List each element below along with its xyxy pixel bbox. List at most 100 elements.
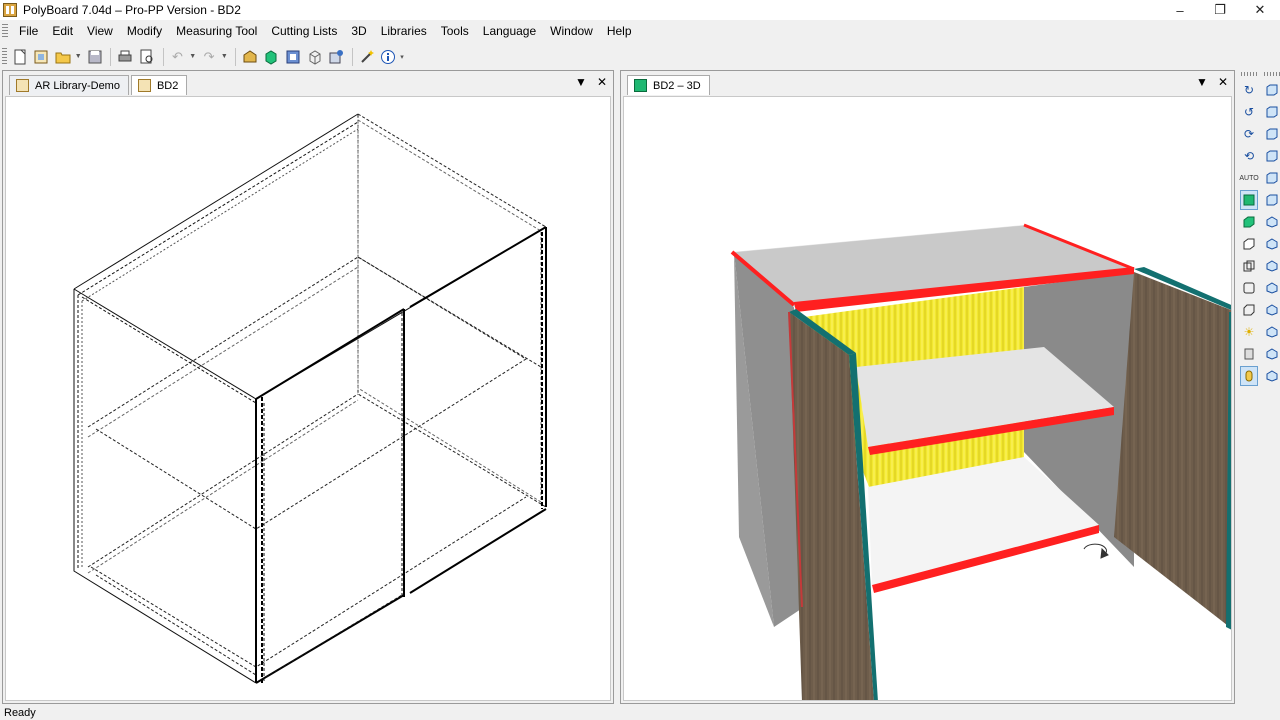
toolbar-overflow-icon[interactable]: ▾	[400, 53, 406, 61]
outline-view-icon[interactable]	[1240, 278, 1258, 298]
menu-bar: File Edit View Modify Measuring Tool Cut…	[0, 20, 1280, 42]
rotate-x-icon[interactable]: ↻	[1240, 80, 1258, 100]
iso-view-7-icon[interactable]	[1263, 344, 1280, 364]
toolbar-grip[interactable]	[2, 47, 7, 66]
save-icon[interactable]	[85, 47, 105, 67]
title-bar: PolyBoard 7.04d – Pro-PP Version - BD2 –…	[0, 0, 1280, 20]
view-tools-toolbar: ↻ ↺ ⟳ ⟲ AUTO ☀	[1239, 70, 1259, 415]
print-icon[interactable]	[115, 47, 135, 67]
material-icon[interactable]	[1240, 366, 1258, 386]
solid-view-icon[interactable]	[1240, 190, 1258, 210]
status-text: Ready	[4, 707, 36, 719]
tab-label: BD2 – 3D	[653, 79, 701, 92]
panel-close-icon[interactable]: ✕	[1218, 75, 1228, 89]
3d-canvas[interactable]	[623, 96, 1232, 701]
library-document-icon	[16, 79, 29, 92]
view-top-icon[interactable]	[1263, 168, 1280, 188]
redo-dropdown-icon[interactable]: ▼	[221, 53, 228, 60]
menu-help[interactable]: Help	[600, 20, 639, 42]
menu-grip[interactable]	[2, 24, 8, 38]
cabinet-settings-icon[interactable]	[326, 47, 346, 67]
3d-panel-controls: ▼ ✕	[1196, 75, 1228, 89]
3d-view-panel: BD2 – 3D ▼ ✕	[620, 70, 1235, 704]
iso-view-8-icon[interactable]	[1263, 366, 1280, 386]
box-outline-icon[interactable]	[1240, 300, 1258, 320]
toolbar-separator	[234, 47, 236, 66]
menu-tools[interactable]: Tools	[434, 20, 476, 42]
hidden-line-icon[interactable]	[1240, 234, 1258, 254]
auto-rotate-icon[interactable]: AUTO	[1239, 168, 1258, 188]
panel-close-icon[interactable]: ✕	[597, 75, 607, 89]
cabinet-3d-render	[730, 223, 1231, 700]
vtoolbar-grip[interactable]	[1264, 72, 1280, 76]
cabinet-wireframe-drawing	[73, 113, 547, 684]
tab-bd2[interactable]: BD2	[130, 75, 188, 95]
light-icon[interactable]: ☀	[1240, 322, 1258, 342]
iso-view-4-icon[interactable]	[1263, 278, 1280, 298]
undo-dropdown-icon[interactable]: ▼	[189, 53, 196, 60]
menu-edit[interactable]: Edit	[45, 20, 80, 42]
view-orientation-toolbar	[1262, 70, 1280, 415]
toolbar-separator	[110, 47, 112, 66]
close-button[interactable]: ✕	[1240, 0, 1280, 20]
3d-cube-icon	[634, 79, 647, 92]
wireframe-view-icon[interactable]	[1240, 256, 1258, 276]
drawing-panel-controls: ▼ ✕	[575, 75, 607, 89]
magic-wand-icon[interactable]	[357, 47, 377, 67]
rotate-z-icon[interactable]: ⟳	[1240, 124, 1258, 144]
cabinet-icon[interactable]	[240, 47, 260, 67]
shaded-view-icon[interactable]	[1240, 212, 1258, 232]
panel-menu-icon[interactable]: ▼	[575, 75, 587, 89]
texture-icon[interactable]	[1240, 344, 1258, 364]
panel-menu-icon[interactable]: ▼	[1196, 75, 1208, 89]
menu-window[interactable]: Window	[543, 20, 600, 42]
menu-modify[interactable]: Modify	[120, 20, 169, 42]
view-front-icon[interactable]	[1263, 80, 1280, 100]
rotate-y-icon[interactable]: ↺	[1240, 102, 1258, 122]
iso-view-5-icon[interactable]	[1263, 300, 1280, 320]
vtoolbar-grip[interactable]	[1241, 72, 1257, 76]
main-toolbar: ▼ ↶ ▼ ↷ ▼ ▾	[0, 44, 410, 69]
open-library-icon[interactable]	[32, 47, 52, 67]
rotate-cursor	[1083, 543, 1109, 559]
tab-label: AR Library-Demo	[35, 79, 120, 92]
window-controls: – ❐ ✕	[1160, 0, 1280, 20]
wireframe-icon[interactable]	[305, 47, 325, 67]
menu-measuring-tool[interactable]: Measuring Tool	[169, 20, 264, 42]
undo-icon[interactable]: ↶	[168, 47, 188, 67]
3d-view-icon[interactable]	[261, 47, 281, 67]
iso-view-1-icon[interactable]	[1263, 212, 1280, 232]
drawing-panel-header: AR Library-Demo BD2 ▼ ✕	[3, 71, 613, 95]
view-back-icon[interactable]	[1263, 102, 1280, 122]
view-right-icon[interactable]	[1263, 146, 1280, 166]
iso-view-6-icon[interactable]	[1263, 322, 1280, 342]
iso-view-3-icon[interactable]	[1263, 256, 1280, 276]
redo-icon[interactable]: ↷	[199, 47, 219, 67]
view-left-icon[interactable]	[1263, 124, 1280, 144]
menu-view[interactable]: View	[80, 20, 120, 42]
tab-ar-library-demo[interactable]: AR Library-Demo	[9, 75, 129, 95]
render-icon[interactable]	[283, 47, 303, 67]
open-dropdown-icon[interactable]: ▼	[75, 53, 82, 60]
toolbar-separator	[351, 47, 353, 66]
menu-libraries[interactable]: Libraries	[374, 20, 434, 42]
drawing-panel: AR Library-Demo BD2 ▼ ✕	[2, 70, 614, 704]
info-icon[interactable]	[379, 47, 399, 67]
menu-file[interactable]: File	[12, 20, 45, 42]
tab-bd2-3d[interactable]: BD2 – 3D	[627, 75, 710, 95]
menu-cutting-lists[interactable]: Cutting Lists	[264, 20, 344, 42]
window-title: PolyBoard 7.04d – Pro-PP Version - BD2	[23, 3, 241, 17]
view-bottom-icon[interactable]	[1263, 190, 1280, 210]
open-folder-icon[interactable]	[53, 47, 73, 67]
iso-view-2-icon[interactable]	[1263, 234, 1280, 254]
polyboard-app-icon	[3, 3, 17, 17]
new-icon[interactable]	[10, 47, 30, 67]
rotate-free-icon[interactable]: ⟲	[1240, 146, 1258, 166]
menu-3d[interactable]: 3D	[344, 20, 373, 42]
wireframe-canvas[interactable]	[5, 96, 611, 701]
minimize-button[interactable]: –	[1160, 0, 1200, 20]
print-preview-icon[interactable]	[137, 47, 157, 67]
toolbar-separator	[162, 47, 164, 66]
menu-language[interactable]: Language	[476, 20, 543, 42]
restore-button[interactable]: ❐	[1200, 0, 1240, 20]
